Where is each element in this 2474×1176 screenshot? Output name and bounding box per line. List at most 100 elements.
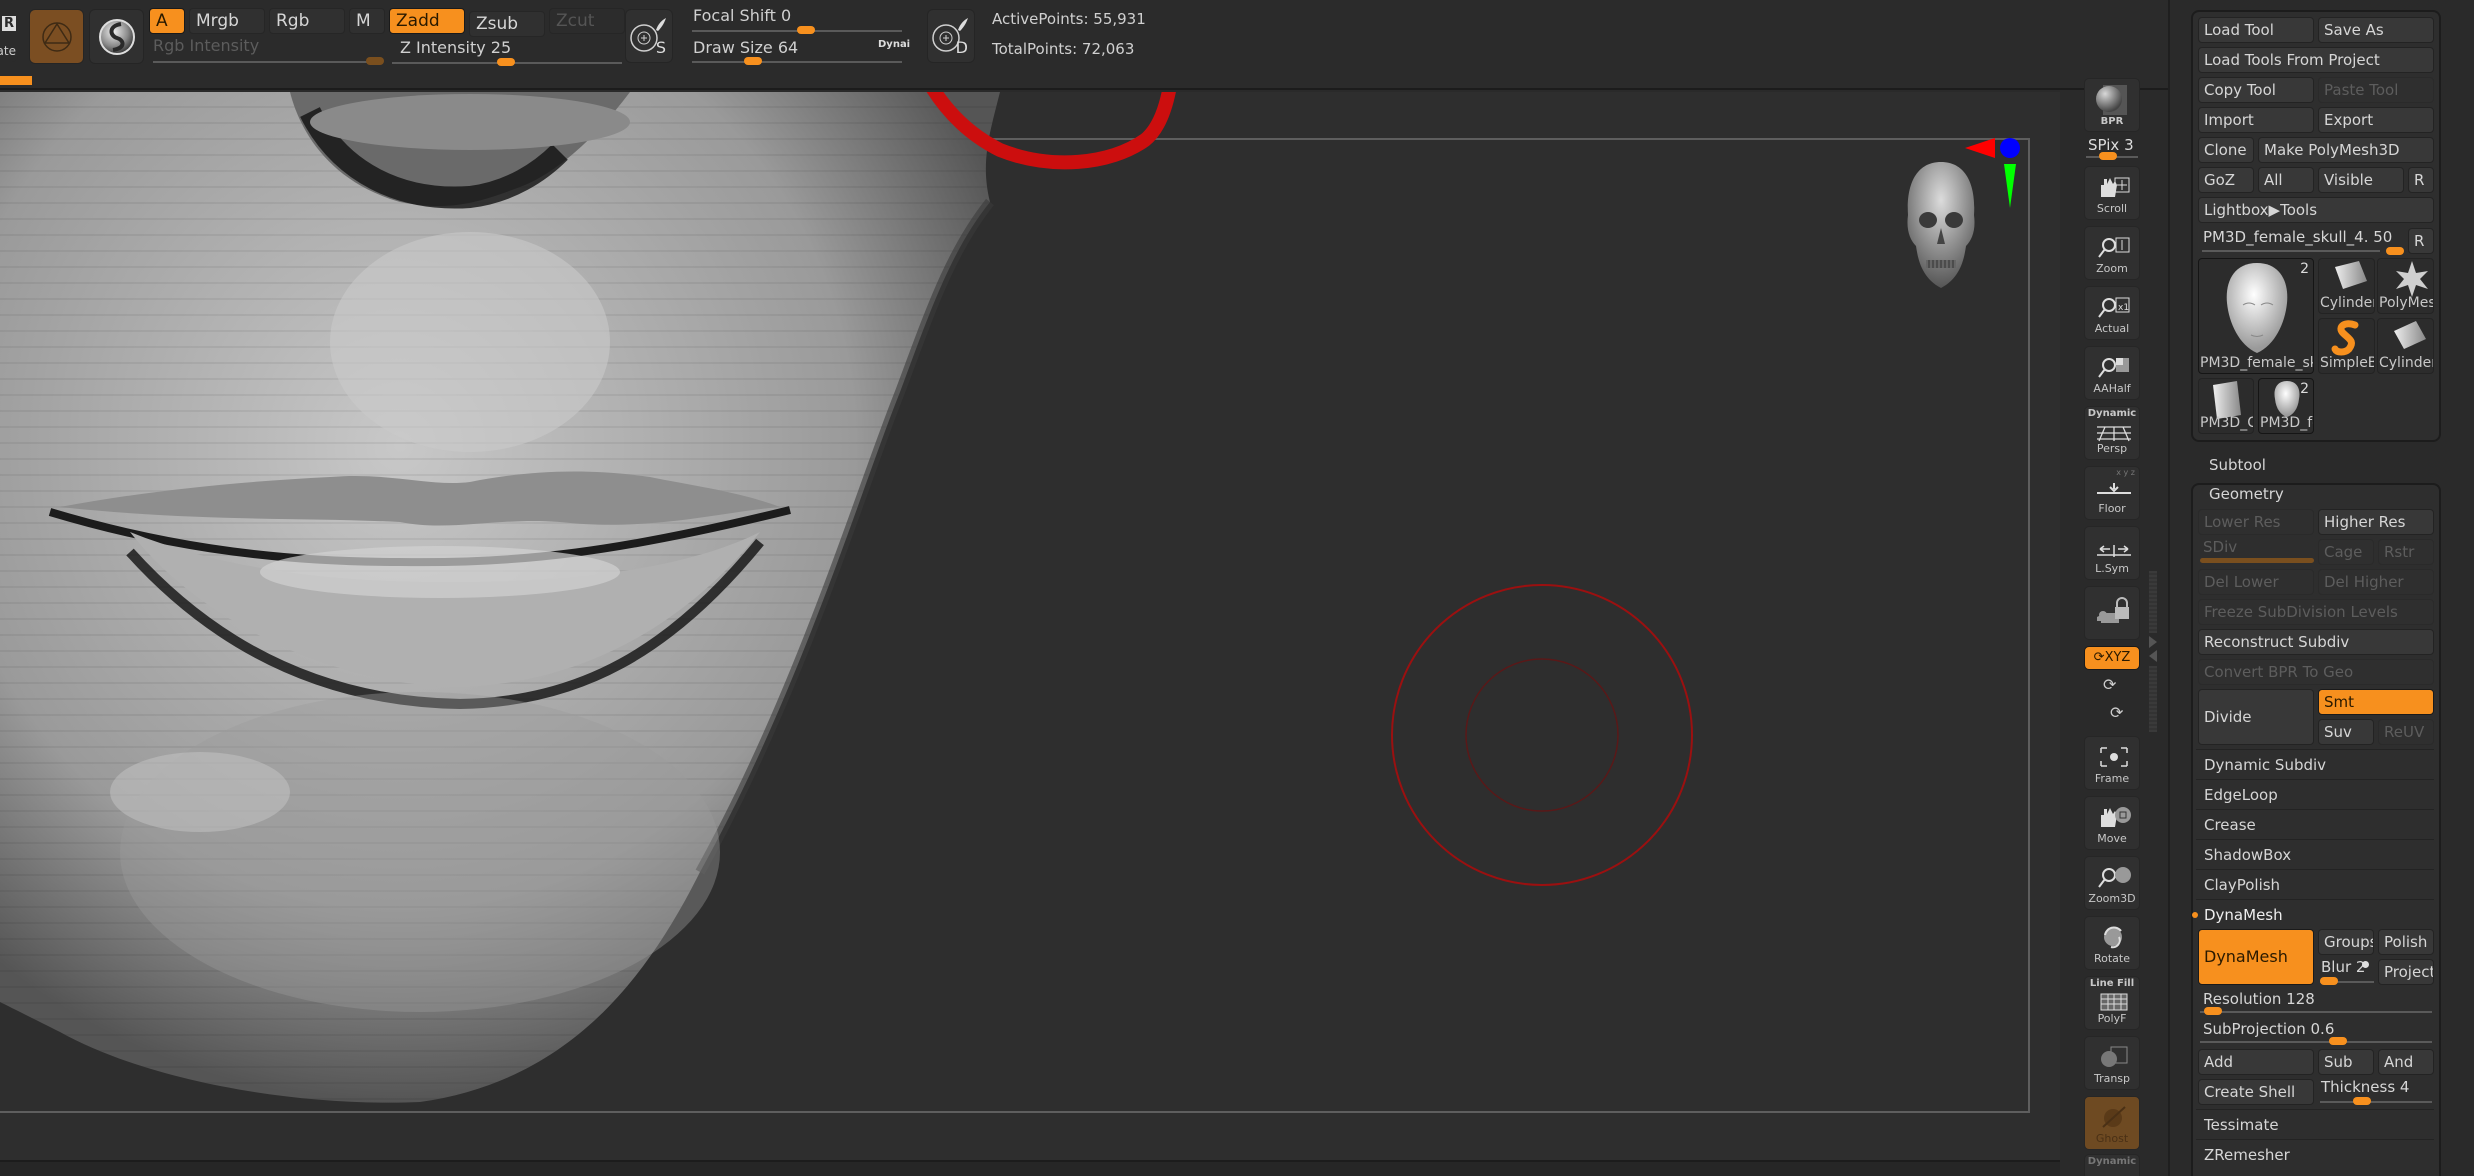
higher-res-button[interactable]: Higher Res — [2318, 509, 2434, 535]
floor-button[interactable]: x y z Floor — [2084, 466, 2140, 520]
move-button[interactable]: Move — [2084, 796, 2140, 850]
reconstruct-subdiv-button[interactable]: Reconstruct Subdiv — [2198, 629, 2434, 655]
load-tools-from-project-button[interactable]: Load Tools From Project — [2198, 47, 2434, 73]
lazy-mouse-d-button[interactable]: D — [927, 9, 975, 63]
dynamesh-and-button[interactable]: And — [2378, 1049, 2434, 1075]
rotate-y-icon[interactable]: ⟳ — [2103, 675, 2116, 694]
rotate-xyz-button[interactable]: ⟳XYZ — [2084, 646, 2140, 670]
paste-tool-button[interactable]: Paste Tool — [2318, 77, 2434, 103]
tool-thumb-cylinder-2[interactable]: Cylinder — [2377, 318, 2434, 374]
zoom-button[interactable]: Zoom — [2084, 226, 2140, 280]
zadd-button[interactable]: Zadd — [389, 8, 465, 34]
smt-toggle[interactable]: Smt — [2318, 689, 2434, 715]
spix-knob[interactable] — [2099, 152, 2117, 160]
polyf-button[interactable]: Line Fill PolyF — [2084, 976, 2140, 1030]
create-shell-button[interactable]: Create Shell — [2198, 1079, 2314, 1105]
crease-item[interactable]: Crease — [2196, 809, 2434, 839]
del-higher-button[interactable]: Del Higher — [2318, 569, 2434, 595]
zsub-button[interactable]: Zsub — [469, 11, 545, 37]
tool-size-slider[interactable] — [2202, 250, 2380, 252]
convert-bpr-button[interactable]: Convert BPR To Geo — [2198, 659, 2434, 685]
actual-button[interactable]: x1 Actual — [2084, 286, 2140, 340]
goz-button[interactable]: GoZ — [2198, 167, 2254, 193]
sdiv-slider[interactable] — [2200, 558, 2314, 563]
claypolish-item[interactable]: ClayPolish — [2196, 869, 2434, 899]
panel-scroll-gutter-bottom[interactable] — [2149, 666, 2157, 732]
lazy-mouse-s-button[interactable]: S — [625, 9, 673, 63]
cage-button[interactable]: Cage — [2318, 539, 2374, 565]
bpr-render-partial-button[interactable]: R ate — [0, 10, 18, 62]
frame-button[interactable]: Frame — [2084, 736, 2140, 790]
rstr-button[interactable]: Rstr — [2378, 539, 2434, 565]
tool-r-button[interactable]: R — [2408, 228, 2434, 254]
z-intensity-knob[interactable] — [497, 58, 515, 66]
tessimate-item[interactable]: Tessimate — [2196, 1109, 2434, 1139]
lsym-button[interactable]: L.Sym — [2084, 526, 2140, 580]
dynamic-subdiv-item[interactable]: Dynamic Subdiv — [2196, 749, 2434, 779]
freeze-subdivision-button[interactable]: Freeze SubDivision Levels — [2198, 599, 2434, 625]
blur-knob[interactable] — [2320, 977, 2338, 985]
save-as-button[interactable]: Save As — [2318, 17, 2434, 43]
bpr-button[interactable]: BPR — [2084, 78, 2140, 132]
lightbox-tools-button[interactable]: Lightbox▶Tools — [2198, 197, 2434, 223]
tool-thumb-female-skull[interactable]: 2 PM3D_female_sk — [2198, 258, 2314, 374]
viewport-canvas[interactable] — [0, 92, 2060, 1160]
tool-size-knob[interactable] — [2386, 247, 2404, 255]
panel-collapse-arrows-icon[interactable] — [2149, 636, 2159, 664]
tool-thumb-cylinder[interactable]: Cylinder — [2318, 258, 2375, 314]
ghost-button[interactable]: Ghost — [2084, 1096, 2140, 1150]
material-selector-button[interactable] — [89, 9, 144, 64]
draw-size-knob[interactable] — [744, 57, 762, 65]
zremesher-item[interactable]: ZRemesher — [2196, 1139, 2434, 1169]
tool-thumb-simplebrush[interactable]: SimpleB — [2318, 318, 2375, 374]
resolution-slider[interactable] — [2200, 1011, 2432, 1013]
suv-toggle[interactable]: Suv — [2318, 719, 2374, 745]
stroke-selector-button[interactable] — [29, 9, 84, 64]
make-polymesh3d-button[interactable]: Make PolyMesh3D — [2258, 137, 2434, 163]
dynamesh-project-toggle[interactable]: Project — [2378, 959, 2434, 985]
focal-shift-knob[interactable] — [797, 26, 815, 34]
resolution-knob[interactable] — [2204, 1007, 2222, 1015]
dynamic-button[interactable]: Dynamic — [2084, 1154, 2140, 1176]
rgb-intensity-knob[interactable] — [366, 57, 384, 65]
panel-scroll-gutter-top[interactable] — [2149, 571, 2157, 633]
aahalf-button[interactable]: AAHalf — [2084, 346, 2140, 400]
m-button[interactable]: M — [349, 8, 385, 34]
camera-lock-button[interactable] — [2084, 586, 2140, 640]
dynamesh-header[interactable]: DynaMesh — [2192, 899, 2434, 929]
dynamesh-button[interactable]: DynaMesh — [2198, 929, 2314, 985]
transp-button[interactable]: Transp — [2084, 1036, 2140, 1090]
dynamesh-sub-button[interactable]: Sub — [2318, 1049, 2374, 1075]
clone-button[interactable]: Clone — [2198, 137, 2254, 163]
persp-button[interactable]: Dynamic Persp — [2084, 406, 2140, 460]
mrgb-button[interactable]: Mrgb — [189, 8, 265, 34]
del-lower-button[interactable]: Del Lower — [2198, 569, 2314, 595]
copy-tool-button[interactable]: Copy Tool — [2198, 77, 2314, 103]
rotate-button[interactable]: Rotate — [2084, 916, 2140, 970]
goz-visible-button[interactable]: Visible — [2318, 167, 2404, 193]
thickness-knob[interactable] — [2353, 1097, 2371, 1105]
load-tool-button[interactable]: Load Tool — [2198, 17, 2314, 43]
shadowbox-item[interactable]: ShadowBox — [2196, 839, 2434, 869]
subprojection-slider[interactable] — [2200, 1041, 2432, 1043]
thickness-slider[interactable] — [2320, 1101, 2432, 1103]
tool-thumb-pm3d-female[interactable]: 2 PM3D_fe — [2258, 378, 2314, 434]
dynamesh-groups-toggle[interactable]: Groups — [2318, 929, 2374, 955]
rgb-intensity-slider[interactable] — [153, 61, 383, 63]
dynamesh-polish-toggle[interactable]: Polish — [2378, 929, 2434, 955]
import-button[interactable]: Import — [2198, 107, 2314, 133]
zcut-button[interactable]: Zcut — [549, 8, 625, 34]
a-button[interactable]: A — [149, 8, 185, 34]
dynamic-size-label[interactable]: Dynai — [878, 39, 910, 50]
lower-res-button[interactable]: Lower Res — [2198, 509, 2314, 535]
geometry-header[interactable]: Geometry — [2209, 485, 2284, 503]
draw-size-slider[interactable] — [692, 61, 902, 63]
scroll-button[interactable]: Scroll — [2084, 166, 2140, 220]
divide-button[interactable]: Divide — [2198, 689, 2314, 745]
subtool-header[interactable]: Subtool — [2209, 456, 2266, 474]
tool-thumb-pm3d-cylinder[interactable]: PM3D_C — [2198, 378, 2254, 434]
dynamesh-add-button[interactable]: Add — [2198, 1049, 2314, 1075]
rotate-z-icon[interactable]: ⟳ — [2110, 703, 2123, 722]
rgb-button[interactable]: Rgb — [269, 8, 345, 34]
goz-all-button[interactable]: All — [2258, 167, 2314, 193]
